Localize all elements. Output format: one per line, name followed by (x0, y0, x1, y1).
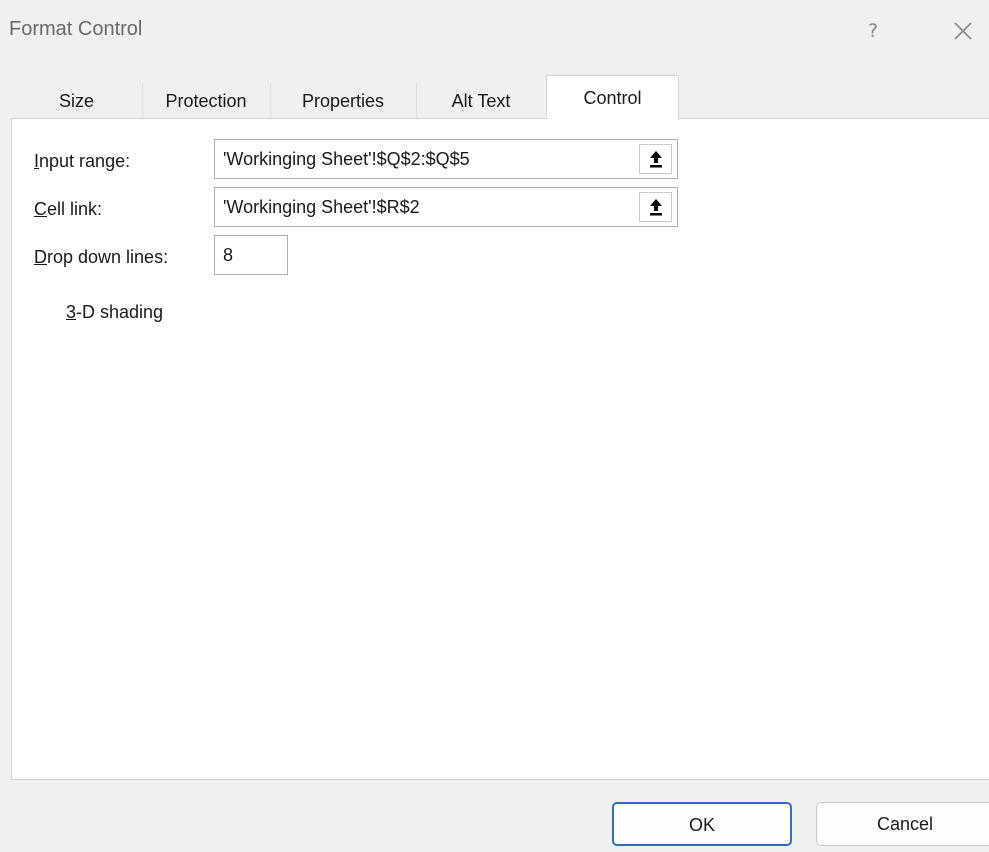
cell-link-collapse-button[interactable] (639, 192, 672, 222)
collapse-dialog-icon (649, 151, 662, 168)
close-icon (954, 22, 972, 40)
drop-down-lines-label: Drop down lines: (34, 247, 169, 267)
help-button[interactable]: ? (858, 14, 888, 48)
tab-size[interactable]: Size (11, 83, 142, 119)
tab-properties[interactable]: Properties (270, 83, 416, 119)
input-range-value: 'Workinging Sheet'!$Q$2:$Q$5 (223, 149, 470, 169)
tab-strip: Size Protection Properties Alt Text Cont… (11, 75, 989, 119)
drop-down-lines-value: 8 (223, 245, 234, 265)
tab-control[interactable]: Control (546, 75, 679, 119)
input-range-label: Input range: (34, 151, 131, 171)
tab-protection[interactable]: Protection (142, 83, 270, 119)
title-bar: Format Control ? (0, 0, 989, 60)
close-button[interactable] (946, 14, 980, 48)
cancel-button[interactable]: Cancel (816, 802, 989, 846)
dialog-title: Format Control (9, 18, 143, 40)
collapse-dialog-icon (649, 199, 662, 216)
input-range-collapse-button[interactable] (639, 144, 672, 174)
ok-button[interactable]: OK (612, 802, 792, 846)
tab-alt-text[interactable]: Alt Text (416, 83, 546, 119)
3d-shading-label: 3-D shading (66, 302, 164, 322)
input-range-field[interactable]: 'Workinging Sheet'!$Q$2:$Q$5 (214, 139, 678, 179)
drop-down-lines-field[interactable]: 8 (214, 235, 288, 275)
cell-link-label: Cell link: (34, 199, 103, 219)
format-control-dialog: Format Control ? Size Protection Propert… (0, 0, 989, 852)
cell-link-field[interactable]: 'Workinging Sheet'!$R$2 (214, 187, 678, 227)
control-tab-panel: Input range: 'Workinging Sheet'!$Q$2:$Q$… (11, 118, 989, 780)
cell-link-value: 'Workinging Sheet'!$R$2 (223, 197, 420, 217)
